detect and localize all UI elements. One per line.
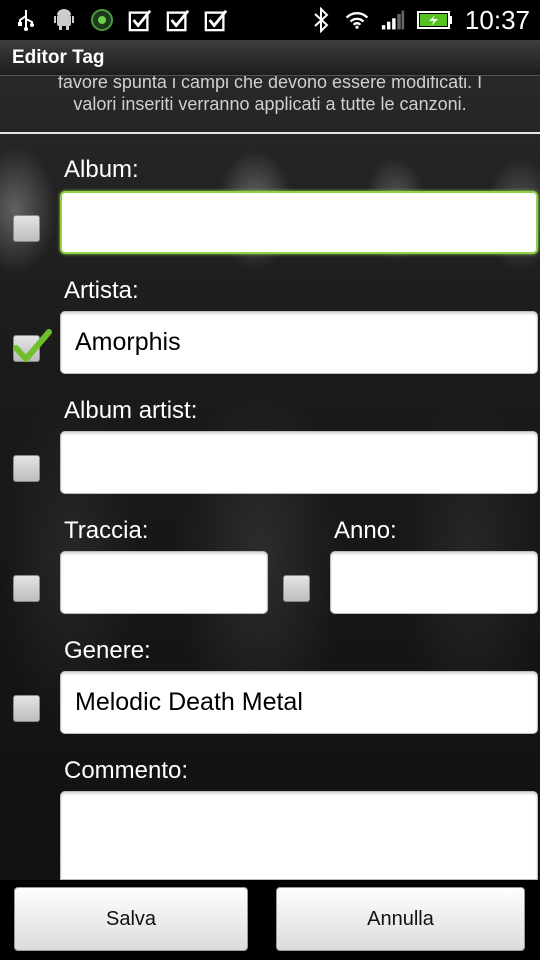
divider bbox=[0, 132, 540, 134]
commento-label: Commento: bbox=[64, 757, 189, 784]
artista-label: Artista: bbox=[64, 277, 139, 304]
instructions-text: favore spunta i campi che devono essere … bbox=[0, 76, 540, 120]
traccia-field[interactable] bbox=[60, 551, 268, 614]
check-box-icon bbox=[204, 8, 228, 32]
album-artist-checkbox[interactable] bbox=[13, 455, 40, 482]
wifi-icon bbox=[345, 8, 369, 32]
instructions-line-2: valori inseriti verranno applicati a tut… bbox=[73, 94, 467, 114]
genere-label: Genere: bbox=[64, 637, 151, 664]
save-button[interactable]: Salva bbox=[14, 887, 248, 951]
title-bar: Editor Tag bbox=[0, 40, 540, 76]
anno-label: Anno: bbox=[334, 517, 397, 544]
traccia-checkbox[interactable] bbox=[13, 575, 40, 602]
bottom-button-bar: Salva Annulla bbox=[0, 880, 540, 960]
anno-checkbox[interactable] bbox=[283, 575, 310, 602]
bluetooth-icon bbox=[309, 7, 333, 33]
cancel-button[interactable]: Annulla bbox=[276, 887, 525, 951]
sync-icon bbox=[90, 8, 114, 32]
album-artist-label: Album artist: bbox=[64, 397, 198, 424]
check-box-icon bbox=[166, 8, 190, 32]
artista-field[interactable]: Amorphis bbox=[60, 311, 538, 374]
signal-icon bbox=[381, 8, 405, 32]
page-title: Editor Tag bbox=[12, 46, 105, 68]
usb-icon bbox=[14, 8, 38, 32]
album-artist-field[interactable] bbox=[60, 431, 538, 494]
album-checkbox[interactable] bbox=[13, 215, 40, 242]
check-box-icon bbox=[128, 8, 152, 32]
anno-field[interactable] bbox=[330, 551, 538, 614]
battery-charging-icon bbox=[416, 8, 453, 32]
status-bar: 10:37 bbox=[0, 0, 540, 40]
android-debug-icon bbox=[52, 8, 76, 32]
genere-field[interactable]: Melodic Death Metal bbox=[60, 671, 538, 734]
genere-checkbox[interactable] bbox=[13, 695, 40, 722]
commento-field[interactable] bbox=[60, 791, 538, 880]
artista-checkbox[interactable] bbox=[13, 329, 52, 362]
album-field[interactable] bbox=[60, 191, 538, 254]
checkmark-icon bbox=[13, 329, 52, 362]
album-label: Album: bbox=[64, 156, 139, 183]
traccia-label: Traccia: bbox=[64, 517, 149, 544]
clock: 10:37 bbox=[464, 4, 530, 35]
